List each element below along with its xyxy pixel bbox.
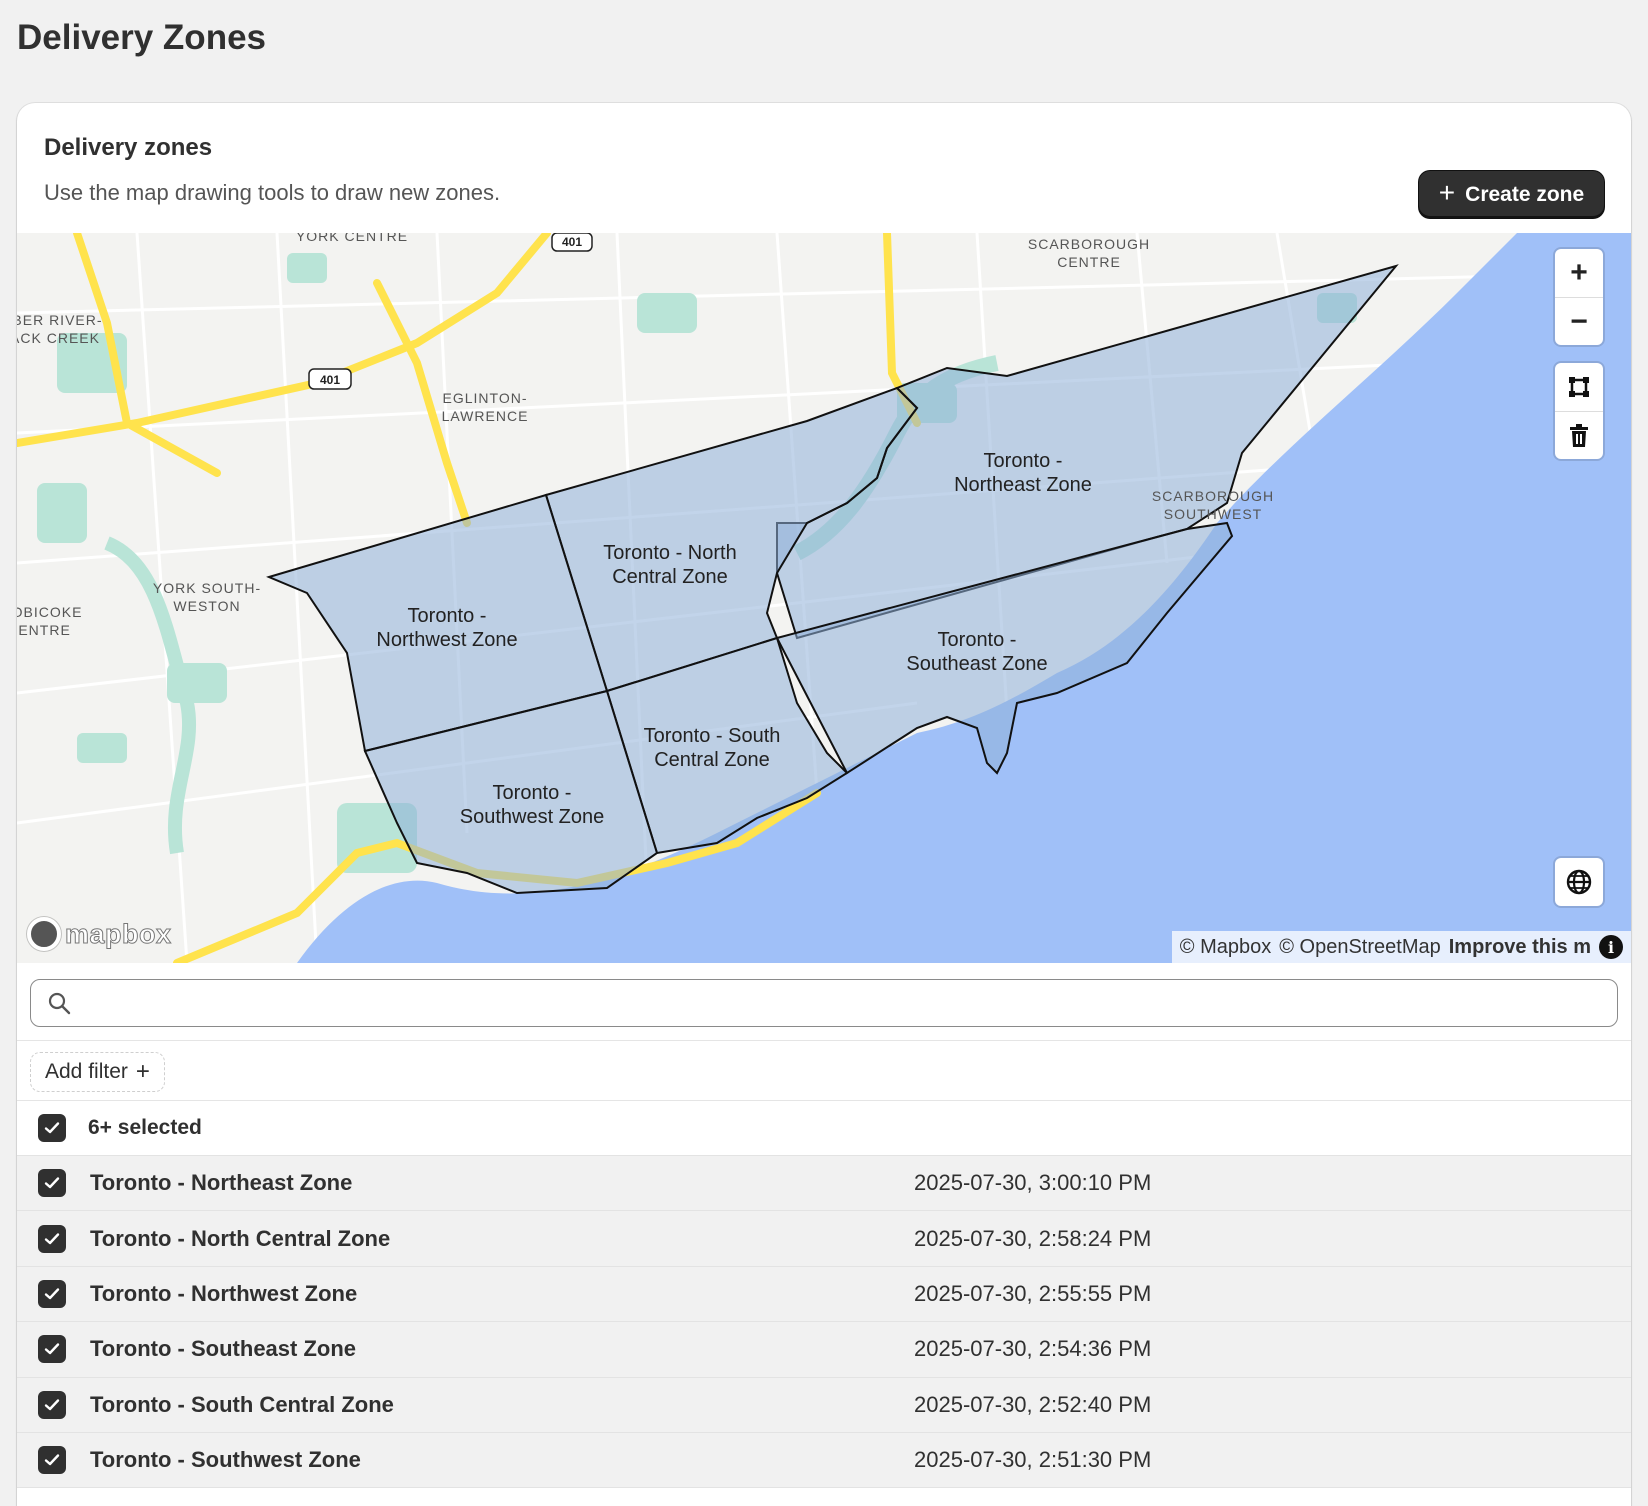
selection-count: 6+ selected: [88, 1116, 202, 1139]
trash-icon: [1570, 423, 1588, 447]
delete-shape-button[interactable]: [1555, 411, 1603, 459]
place-york-centre: YORK CENTRE: [296, 233, 408, 244]
polygon-icon: [1569, 377, 1589, 397]
zone-label-sw-2: Southwest Zone: [460, 806, 605, 828]
table-row[interactable]: Toronto - North Central Zone 2025-07-30,…: [17, 1211, 1631, 1267]
globe-button[interactable]: [1555, 858, 1603, 906]
zoom-in-button[interactable]: +: [1555, 249, 1603, 297]
plus-icon: +: [1438, 177, 1456, 208]
place-scarborough-centre-2: CENTRE: [1057, 254, 1121, 270]
zone-label-nc-2: Central Zone: [612, 566, 728, 588]
mapbox-logo-text: mapbox: [65, 918, 172, 949]
page-title: Delivery Zones: [17, 18, 266, 57]
checkmark-icon: [44, 1454, 60, 1466]
checkmark-icon: [44, 1122, 60, 1134]
map-attribution: © Mapbox © OpenStreetMap Improve this m …: [1171, 931, 1631, 963]
osm-attribution-link[interactable]: © OpenStreetMap: [1279, 936, 1440, 959]
plus-icon: +: [135, 1058, 150, 1085]
place-etobicoke-2: CENTRE: [17, 622, 71, 638]
bulk-selection-header: 6+ selected: [17, 1101, 1631, 1156]
globe-control: [1555, 858, 1603, 906]
zoom-out-button[interactable]: −: [1555, 297, 1603, 345]
shield-401-b: 401: [320, 373, 340, 387]
zone-label-ne-2: Northeast Zone: [954, 474, 1092, 496]
filter-bar: Add filter +: [17, 1040, 1631, 1101]
zoom-controls: + −: [1555, 249, 1603, 345]
zone-label-sw-1: Toronto -: [493, 782, 572, 804]
table-row[interactable]: Toronto - Northwest Zone 2025-07-30, 2:5…: [17, 1266, 1631, 1323]
table-row[interactable]: Toronto - Southeast Zone 2025-07-30, 2:5…: [17, 1322, 1631, 1378]
zone-name: Toronto - Northwest Zone: [90, 1280, 358, 1306]
zone-label-sc-2: Central Zone: [654, 749, 770, 771]
place-scarborough-centre-1: SCARBOROUGH: [1028, 236, 1150, 252]
checkmark-icon: [44, 1343, 60, 1355]
improve-map-link[interactable]: Improve this m: [1449, 936, 1591, 959]
zones-map[interactable]: Toronto - Northeast Zone Toronto - North…: [17, 233, 1631, 963]
search-field[interactable]: [30, 979, 1618, 1027]
zone-date: 2025-07-30, 2:51:30 PM: [914, 1447, 1152, 1473]
place-eglinton-1: EGLINTON-: [443, 390, 528, 406]
row-checkbox[interactable]: [38, 1224, 66, 1253]
zone-name: Toronto - North Central Zone: [90, 1225, 391, 1251]
mapbox-attribution-link[interactable]: © Mapbox: [1180, 936, 1271, 959]
place-york-south-2: WESTON: [173, 598, 240, 614]
zone-date: 2025-07-30, 2:54:36 PM: [914, 1336, 1152, 1362]
place-york-south-1: YORK SOUTH-: [153, 580, 261, 596]
zone-label-nw-1: Toronto -: [408, 605, 487, 627]
zone-label-se-1: Toronto -: [938, 629, 1017, 651]
place-scarborough-sw-1: SCARBOROUGH: [1152, 488, 1274, 504]
zone-label-ne-1: Toronto -: [984, 450, 1063, 472]
place-humber-1: IBER RIVER-: [17, 312, 103, 328]
select-all-checkbox[interactable]: [38, 1114, 66, 1142]
zone-name: Toronto - Southwest Zone: [90, 1447, 361, 1473]
create-zone-label: Create zone: [1465, 182, 1585, 206]
zone-label-sc-1: Toronto - South: [644, 725, 781, 747]
search-input[interactable]: [81, 991, 1617, 1015]
mapbox-logo[interactable]: mapbox: [27, 917, 172, 951]
zone-date: 2025-07-30, 2:55:55 PM: [914, 1280, 1152, 1306]
table-row[interactable]: Toronto - South Central Zone 2025-07-30,…: [17, 1377, 1631, 1433]
zone-name: Toronto - Southeast Zone: [90, 1336, 357, 1362]
delivery-zones-card: Delivery zones Use the map drawing tools…: [17, 103, 1631, 1506]
card-subtitle: Use the map drawing tools to draw new zo…: [44, 180, 501, 205]
row-checkbox[interactable]: [38, 1279, 66, 1308]
row-checkbox[interactable]: [38, 1169, 66, 1198]
globe-icon: [1566, 869, 1592, 895]
checkmark-icon: [44, 1177, 60, 1189]
map-canvas: Toronto - Northeast Zone Toronto - North…: [17, 233, 1631, 963]
zone-label-se-2: Southeast Zone: [906, 653, 1047, 675]
add-filter-button[interactable]: Add filter +: [30, 1052, 165, 1092]
row-checkbox[interactable]: [38, 1446, 66, 1475]
checkmark-icon: [44, 1399, 60, 1410]
place-etobicoke-1: OBICOKE: [17, 604, 82, 620]
zone-label-nw-2: Northwest Zone: [376, 629, 517, 651]
draw-polygon-button[interactable]: [1555, 363, 1603, 411]
add-filter-label: Add filter: [45, 1060, 128, 1083]
zones-list: Toronto - Northeast Zone 2025-07-30, 3:0…: [17, 1156, 1631, 1489]
zone-label-nc-1: Toronto - North: [603, 542, 736, 564]
zone-name: Toronto - South Central Zone: [90, 1391, 394, 1417]
create-zone-button[interactable]: + Create zone: [1419, 171, 1604, 218]
zone-name: Toronto - Northeast Zone: [90, 1170, 353, 1196]
draw-controls: [1555, 363, 1603, 459]
search-icon: [48, 992, 71, 1015]
checkmark-icon: [44, 1232, 60, 1244]
row-checkbox[interactable]: [38, 1390, 66, 1419]
mapbox-logo-icon: [27, 917, 61, 951]
shield-401-a: 401: [562, 235, 582, 249]
place-humber-2: ACK CREEK: [17, 330, 100, 346]
checkmark-icon: [44, 1288, 60, 1300]
zone-date: 2025-07-30, 3:00:10 PM: [914, 1170, 1152, 1196]
row-checkbox[interactable]: [38, 1335, 66, 1364]
zone-date: 2025-07-30, 2:58:24 PM: [914, 1225, 1152, 1251]
attribution-info-icon[interactable]: i: [1599, 935, 1623, 959]
place-scarborough-sw-2: SOUTHWEST: [1164, 506, 1262, 522]
zone-date: 2025-07-30, 2:52:40 PM: [914, 1391, 1152, 1417]
place-eglinton-2: LAWRENCE: [442, 408, 529, 424]
table-row[interactable]: Toronto - Northeast Zone 2025-07-30, 3:0…: [17, 1156, 1631, 1212]
card-title: Delivery zones: [44, 134, 213, 161]
table-row[interactable]: Toronto - Southwest Zone 2025-07-30, 2:5…: [17, 1432, 1631, 1489]
